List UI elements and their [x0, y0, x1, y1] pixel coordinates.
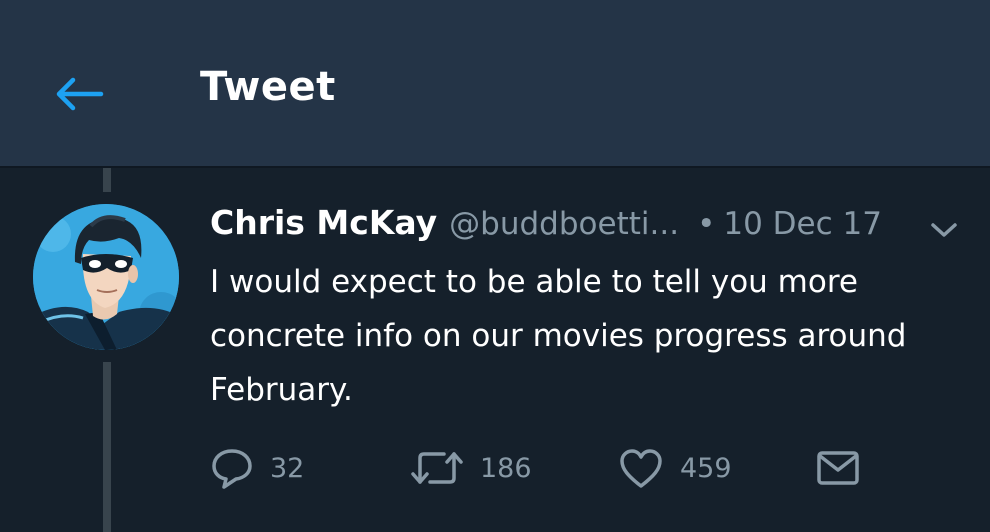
tweet-options-button[interactable]: [926, 212, 962, 248]
tweet-detail-screen: Tweet Chris McKay @buddboetti... • 10 De…: [0, 0, 990, 532]
arrow-left-icon: [56, 77, 104, 111]
tweet-body-text: I would expect to be able to tell you mo…: [210, 264, 907, 408]
like-count: 459: [680, 452, 732, 484]
retweet-button[interactable]: 186: [410, 440, 532, 496]
share-via-dm-button[interactable]: [816, 440, 860, 496]
like-button[interactable]: 459: [618, 440, 732, 496]
meta-separator: •: [697, 206, 716, 242]
author-display-name[interactable]: Chris McKay: [210, 203, 437, 242]
retweet-count: 186: [480, 452, 532, 484]
thread-connector-line: [103, 362, 111, 532]
back-button[interactable]: [44, 66, 114, 122]
thread-connector-line: [103, 168, 111, 192]
nightwing-avatar-image: [33, 204, 179, 350]
top-app-bar: Tweet: [0, 0, 990, 168]
reply-count: 32: [270, 452, 305, 484]
tweet-timestamp: 10 Dec 17: [723, 206, 882, 242]
page-title: Tweet: [200, 64, 336, 110]
reply-button[interactable]: 32: [210, 440, 304, 496]
reply-icon: [212, 449, 252, 489]
chevron-down-icon: [931, 223, 957, 237]
retweet-icon: [411, 452, 463, 484]
tweet-header: Chris McKay @buddboetti... • 10 Dec 17: [210, 203, 882, 247]
avatar[interactable]: [33, 204, 179, 350]
heart-icon: [620, 449, 662, 488]
envelope-icon: [817, 451, 859, 485]
tweet-action-bar: 32 186 459: [210, 440, 910, 496]
author-handle[interactable]: @buddboetti...: [449, 206, 679, 242]
